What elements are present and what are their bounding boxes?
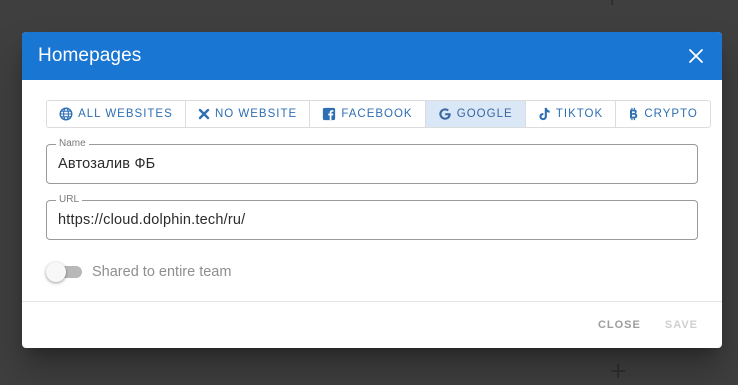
tab-all-websites[interactable]: All websites bbox=[47, 101, 186, 127]
tab-label: Crypto bbox=[644, 108, 698, 120]
tab-label: All websites bbox=[78, 108, 173, 120]
switch-thumb bbox=[46, 262, 66, 282]
close-button[interactable]: Close bbox=[588, 313, 651, 337]
bitcoin-icon bbox=[630, 107, 638, 121]
tab-label: Facebook bbox=[341, 108, 413, 120]
dialog-body: All websites No website Facebook Goo bbox=[22, 80, 722, 302]
tab-label: TikTok bbox=[555, 108, 604, 120]
tab-label: No website bbox=[214, 108, 298, 120]
tab-no-website[interactable]: No website bbox=[185, 101, 311, 127]
tab-label: Google bbox=[456, 108, 513, 120]
name-field-label: Name bbox=[56, 138, 89, 150]
globe-icon bbox=[59, 107, 73, 121]
tab-crypto[interactable]: Crypto bbox=[616, 101, 710, 127]
url-field: URL bbox=[46, 194, 698, 240]
background-plus-icon: + bbox=[609, 359, 628, 384]
shared-toggle-label: Shared to entire team bbox=[92, 264, 232, 280]
url-input[interactable] bbox=[47, 201, 697, 239]
homepages-dialog: Homepages All websites No website bbox=[22, 32, 722, 348]
close-icon[interactable] bbox=[684, 44, 708, 68]
name-field: Name bbox=[46, 138, 698, 184]
dialog-header: Homepages bbox=[22, 32, 722, 80]
url-field-label: URL bbox=[56, 194, 83, 206]
tab-tiktok[interactable]: TikTok bbox=[525, 101, 617, 127]
shared-toggle-switch[interactable] bbox=[46, 262, 84, 282]
tab-facebook[interactable]: Facebook bbox=[310, 101, 426, 127]
dialog-actions: Close Save bbox=[22, 302, 722, 347]
dialog-title: Homepages bbox=[38, 45, 142, 66]
tab-google[interactable]: Google bbox=[425, 101, 526, 127]
facebook-icon bbox=[323, 107, 336, 121]
shared-toggle-row: Shared to entire team bbox=[46, 262, 698, 282]
background-plus-icon: + bbox=[603, 0, 621, 10]
save-button[interactable]: Save bbox=[655, 313, 708, 337]
google-icon bbox=[439, 108, 451, 120]
tiktok-icon bbox=[539, 107, 550, 121]
name-input[interactable] bbox=[47, 145, 697, 183]
website-filter-tabs: All websites No website Facebook Goo bbox=[46, 100, 711, 128]
cross-icon bbox=[198, 108, 210, 120]
